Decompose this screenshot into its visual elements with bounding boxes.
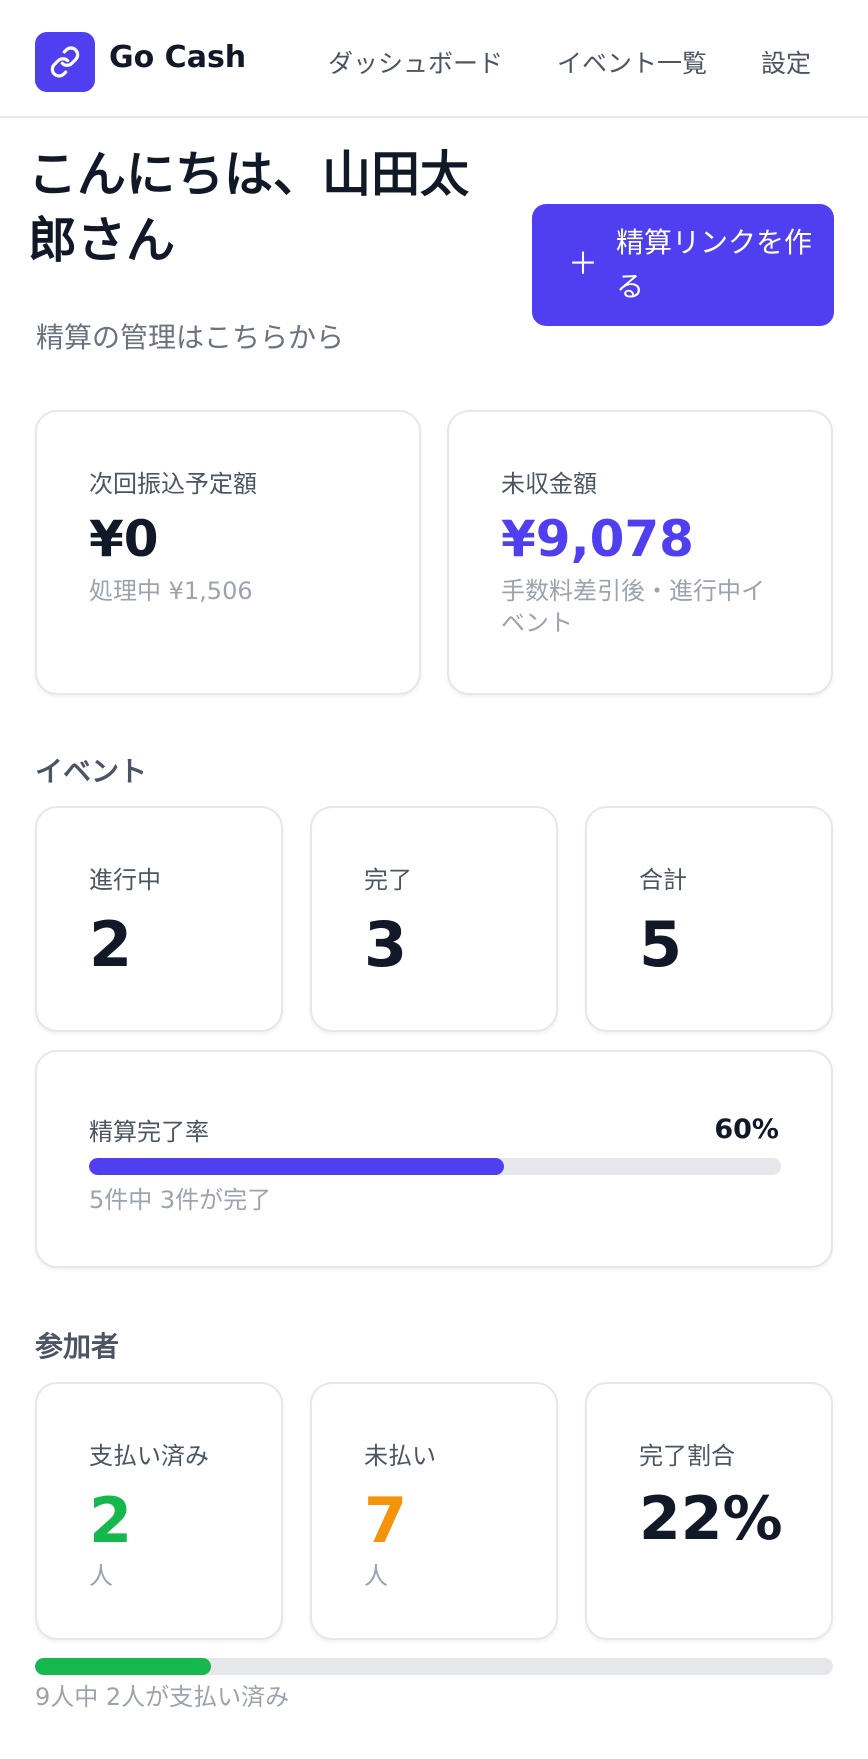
completion-ratio-label: 完了割合	[639, 1442, 735, 1470]
payment-progress-fill	[35, 1658, 211, 1675]
unpaid-label: 未払い	[364, 1442, 436, 1470]
events-completed-card[interactable]: 完了 3	[310, 806, 558, 1032]
uncollected-card: 未収金額 ¥9,078 手数料差引後・進行中イベント	[447, 410, 833, 695]
events-in-progress-card[interactable]: 進行中 2	[35, 806, 283, 1032]
completion-note: 5件中 3件が完了	[89, 1186, 272, 1214]
page-title: こんにちは、山田太郎さん	[28, 146, 470, 269]
app-name[interactable]: Go Cash	[109, 40, 246, 75]
uncollected-amount: ¥9,078	[501, 510, 694, 568]
completion-rate-card: 精算完了率 60% 5件中 3件が完了	[35, 1050, 833, 1268]
nav-dashboard[interactable]: ダッシュボード	[328, 44, 503, 80]
payment-progress-bar	[35, 1658, 833, 1675]
completion-rate-label: 精算完了率	[89, 1118, 209, 1146]
unpaid-card[interactable]: 未払い 7 人	[310, 1382, 558, 1640]
in-progress-count: 2	[89, 908, 133, 981]
payment-note: 9人中 2人が支払い済み	[35, 1683, 290, 1711]
paid-label: 支払い済み	[89, 1442, 209, 1470]
participants-section-title: 参加者	[35, 1330, 120, 1363]
completed-count: 3	[364, 908, 408, 981]
link-icon	[50, 46, 80, 78]
uncollected-label: 未収金額	[501, 470, 597, 498]
events-section-title: イベント	[35, 755, 148, 788]
next-transfer-amount: ¥0	[89, 510, 159, 568]
total-label: 合計	[639, 866, 687, 894]
next-transfer-card: 次回振込予定額 ¥0 処理中 ¥1,506	[35, 410, 421, 695]
unpaid-count: 7	[364, 1484, 408, 1557]
completed-label: 完了	[364, 866, 412, 894]
paid-unit: 人	[89, 1562, 113, 1590]
create-button-label: 精算リンクを作る	[616, 226, 813, 303]
paid-count: 2	[89, 1484, 133, 1557]
nav-event-list[interactable]: イベント一覧	[557, 44, 707, 80]
processing-amount: 処理中 ¥1,506	[89, 577, 253, 605]
completion-ratio-value: 22%	[639, 1484, 783, 1554]
completion-progress-fill	[89, 1158, 505, 1175]
nav-settings[interactable]: 設定	[761, 44, 811, 80]
app-logo[interactable]	[35, 32, 95, 92]
create-settlement-link-button[interactable]: ＋ 精算リンクを作る	[532, 204, 834, 326]
app-header: Go Cash ダッシュボード イベント一覧 設定	[0, 0, 868, 118]
paid-card[interactable]: 支払い済み 2 人	[35, 1382, 283, 1640]
total-count: 5	[639, 908, 683, 981]
unpaid-unit: 人	[364, 1562, 388, 1590]
events-total-card[interactable]: 合計 5	[585, 806, 833, 1032]
plus-icon: ＋	[568, 247, 598, 282]
page-subtitle: 精算の管理はこちらから	[36, 321, 345, 354]
uncollected-note: 手数料差引後・進行中イベント	[501, 577, 765, 637]
completion-rate-percent: 60%	[714, 1114, 779, 1145]
completion-progress-bar	[89, 1158, 781, 1175]
in-progress-label: 進行中	[89, 866, 161, 894]
completion-ratio-card[interactable]: 完了割合 22%	[585, 1382, 833, 1640]
next-transfer-label: 次回振込予定額	[89, 470, 257, 498]
